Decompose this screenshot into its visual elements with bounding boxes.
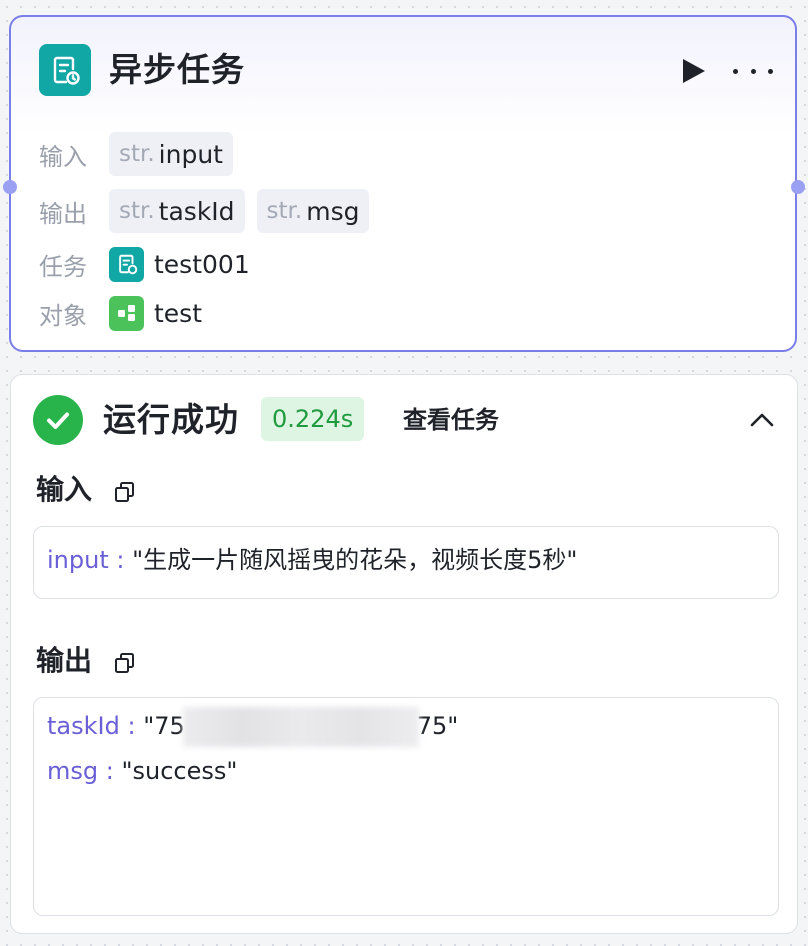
copy-icon[interactable] xyxy=(113,480,137,504)
run-result-panel: 运行成功 0.224s 查看任务 输入 input : "生成一片随风摇曳的花朵… xyxy=(10,374,798,934)
object-model-icon xyxy=(109,295,144,331)
json-line: taskId : "75 75" xyxy=(47,704,765,749)
check-circle-icon xyxy=(33,395,83,445)
object-label: 对象 xyxy=(39,301,87,330)
duration-badge: 0.224s xyxy=(261,397,365,441)
param-name: taskId xyxy=(158,196,235,226)
output-section-title: 输出 xyxy=(36,644,93,677)
more-dot-icon xyxy=(768,68,773,74)
input-param-chip[interactable]: str. input xyxy=(109,132,233,176)
param-name: input xyxy=(158,139,223,169)
json-value-suffix: 75" xyxy=(416,712,459,740)
inputs-label: 输入 xyxy=(39,142,87,171)
copy-icon[interactable] xyxy=(113,651,137,675)
json-line: msg : "success" xyxy=(47,749,765,794)
output-port[interactable] xyxy=(791,180,805,194)
param-name: msg xyxy=(306,196,360,226)
json-separator: : xyxy=(119,712,144,740)
json-separator: : xyxy=(108,546,133,574)
param-type: str. xyxy=(266,198,303,224)
object-row: 对象 test xyxy=(39,291,202,335)
run-button[interactable] xyxy=(679,57,709,85)
json-key: msg xyxy=(47,757,99,785)
param-type: str. xyxy=(119,198,155,224)
input-json-box[interactable]: input : "生成一片随风摇曳的花朵，视频长度5秒" xyxy=(33,526,779,599)
json-separator: : xyxy=(98,757,122,785)
json-key: input xyxy=(47,546,109,574)
output-param-chip[interactable]: str. taskId xyxy=(109,189,245,233)
input-port[interactable] xyxy=(3,180,17,194)
redacted-mask xyxy=(182,707,419,747)
json-value: "success" xyxy=(121,757,238,785)
outputs-label: 输出 xyxy=(39,199,87,228)
output-param-chip[interactable]: str. msg xyxy=(256,189,370,233)
json-line: input : "生成一片随风摇曳的花朵，视频长度5秒" xyxy=(47,538,765,583)
chevron-up-icon[interactable] xyxy=(747,405,777,435)
input-section-title: 输入 xyxy=(36,473,93,506)
task-label: 任务 xyxy=(39,252,87,281)
param-type: str. xyxy=(119,141,155,167)
json-value-prefix: "75 xyxy=(143,712,185,740)
async-task-icon xyxy=(109,246,144,282)
run-status: 运行成功 xyxy=(103,400,239,439)
async-task-icon xyxy=(39,44,91,96)
view-task-link[interactable]: 查看任务 xyxy=(403,401,499,439)
json-key: taskId xyxy=(47,712,120,740)
inputs-row: 输入 str. input xyxy=(39,132,245,176)
more-dot-icon xyxy=(733,68,738,74)
json-value: "生成一片随风摇曳的花朵，视频长度5秒" xyxy=(132,546,578,574)
more-options-button[interactable] xyxy=(733,59,773,83)
more-dot-icon xyxy=(750,68,756,74)
object-value[interactable]: test xyxy=(154,299,202,328)
output-json-box[interactable]: taskId : "75 75" msg : "success" xyxy=(33,697,779,916)
async-task-node[interactable]: 异步任务 输入 str. input 输出 str. taskId str. m… xyxy=(9,15,797,352)
task-row: 任务 test001 xyxy=(39,242,250,286)
node-title: 异步任务 xyxy=(109,50,245,89)
outputs-row: 输出 str. taskId str. msg xyxy=(39,189,381,233)
task-value[interactable]: test001 xyxy=(154,250,250,279)
